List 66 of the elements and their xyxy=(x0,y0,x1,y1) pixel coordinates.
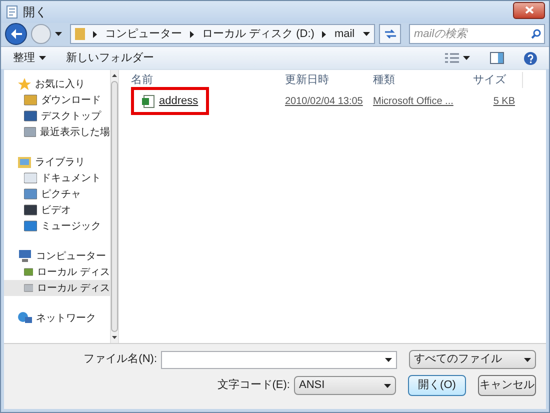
breadcrumb-item[interactable]: ローカル ディスク (D:) xyxy=(202,26,314,42)
sidebar-item[interactable]: 最近表示した場 xyxy=(4,124,110,140)
sidebar-item[interactable]: デスクトップ xyxy=(4,108,110,124)
column-header[interactable]: 種類 xyxy=(369,72,469,88)
sidebar-item[interactable]: ビデオ xyxy=(4,202,110,218)
caret-icon xyxy=(385,358,392,362)
scroll-thumb[interactable] xyxy=(111,81,118,332)
encoding-dropdown[interactable]: ANSI xyxy=(294,376,396,395)
column-header[interactable]: 名前 xyxy=(131,72,281,88)
help-icon[interactable] xyxy=(524,52,537,64)
file-name-cell[interactable]: address xyxy=(131,86,210,116)
filename-field[interactable] xyxy=(161,350,397,368)
caret-icon xyxy=(39,56,46,60)
column-header[interactable]: サイズ xyxy=(469,72,523,88)
star-icon xyxy=(18,78,31,90)
sidebar-group[interactable]: ライブラリ xyxy=(35,154,85,170)
back-button[interactable] xyxy=(5,23,27,45)
modified-cell: 2010/02/04 13:05 xyxy=(285,96,363,107)
notepad-icon xyxy=(5,5,19,19)
sidebar-group[interactable]: お気に入り xyxy=(35,76,85,92)
view-caret-icon xyxy=(463,56,470,60)
close-button[interactable] xyxy=(513,2,545,18)
sidebar-item[interactable]: ローカル ディス xyxy=(4,264,110,280)
spreadsheet-icon xyxy=(142,94,155,108)
chevron-icon xyxy=(190,30,194,38)
sidebar-item[interactable]: ドキュメント xyxy=(4,170,110,186)
refresh-icon xyxy=(384,29,396,39)
search-field[interactable]: mailの検索 xyxy=(409,24,545,44)
filename-label: ファイル名(N): xyxy=(84,352,157,368)
search-icon xyxy=(531,29,541,39)
preview-pane-icon[interactable] xyxy=(490,52,504,64)
column-header[interactable]: 更新日時 xyxy=(281,72,369,88)
caret-icon xyxy=(524,358,531,362)
type-cell: Microsoft Office ... xyxy=(373,96,454,107)
chevron-icon xyxy=(322,30,326,38)
scroll-down-icon[interactable] xyxy=(112,336,117,339)
sidebar-item[interactable]: ダウンロード xyxy=(4,92,110,108)
scrollbar[interactable] xyxy=(110,70,119,343)
refresh-button[interactable] xyxy=(379,24,401,44)
encoding-label: 文字コード(E): xyxy=(217,378,290,394)
sidebar-item[interactable]: ピクチャ xyxy=(4,186,110,202)
sidebar-item[interactable]: ローカル ディス xyxy=(4,280,110,296)
computer-icon xyxy=(18,250,32,262)
open-button[interactable]: 開く(O) xyxy=(408,375,466,396)
arrow-left-icon xyxy=(10,29,22,39)
caret-icon xyxy=(384,384,391,388)
folder-icon xyxy=(24,94,37,106)
close-icon xyxy=(524,6,534,14)
view-list-icon[interactable] xyxy=(445,52,459,64)
history-caret-icon xyxy=(55,32,62,36)
size-cell: 5 KB xyxy=(493,96,515,107)
chevron-icon xyxy=(93,30,97,38)
breadcrumb-item[interactable]: mail xyxy=(334,26,355,42)
address-caret-icon xyxy=(363,32,370,36)
new-folder-button[interactable]: 新しいフォルダー xyxy=(66,50,154,66)
organize-button[interactable]: 整理 xyxy=(13,50,46,66)
sidebar-group[interactable]: コンピューター xyxy=(36,248,106,264)
sidebar-item[interactable]: ミュージック xyxy=(4,218,110,234)
window-title: 開く xyxy=(23,4,47,21)
sidebar-group[interactable]: ネットワーク xyxy=(36,310,96,326)
scroll-up-icon[interactable] xyxy=(112,74,117,77)
file-type-dropdown[interactable]: すべてのファイル xyxy=(409,350,536,369)
folder-icon xyxy=(75,28,85,40)
cancel-button[interactable]: キャンセル xyxy=(478,375,536,396)
address-bar[interactable]: コンピューター ローカル ディスク (D:) mail xyxy=(70,24,375,44)
breadcrumb-item[interactable]: コンピューター xyxy=(105,26,182,42)
